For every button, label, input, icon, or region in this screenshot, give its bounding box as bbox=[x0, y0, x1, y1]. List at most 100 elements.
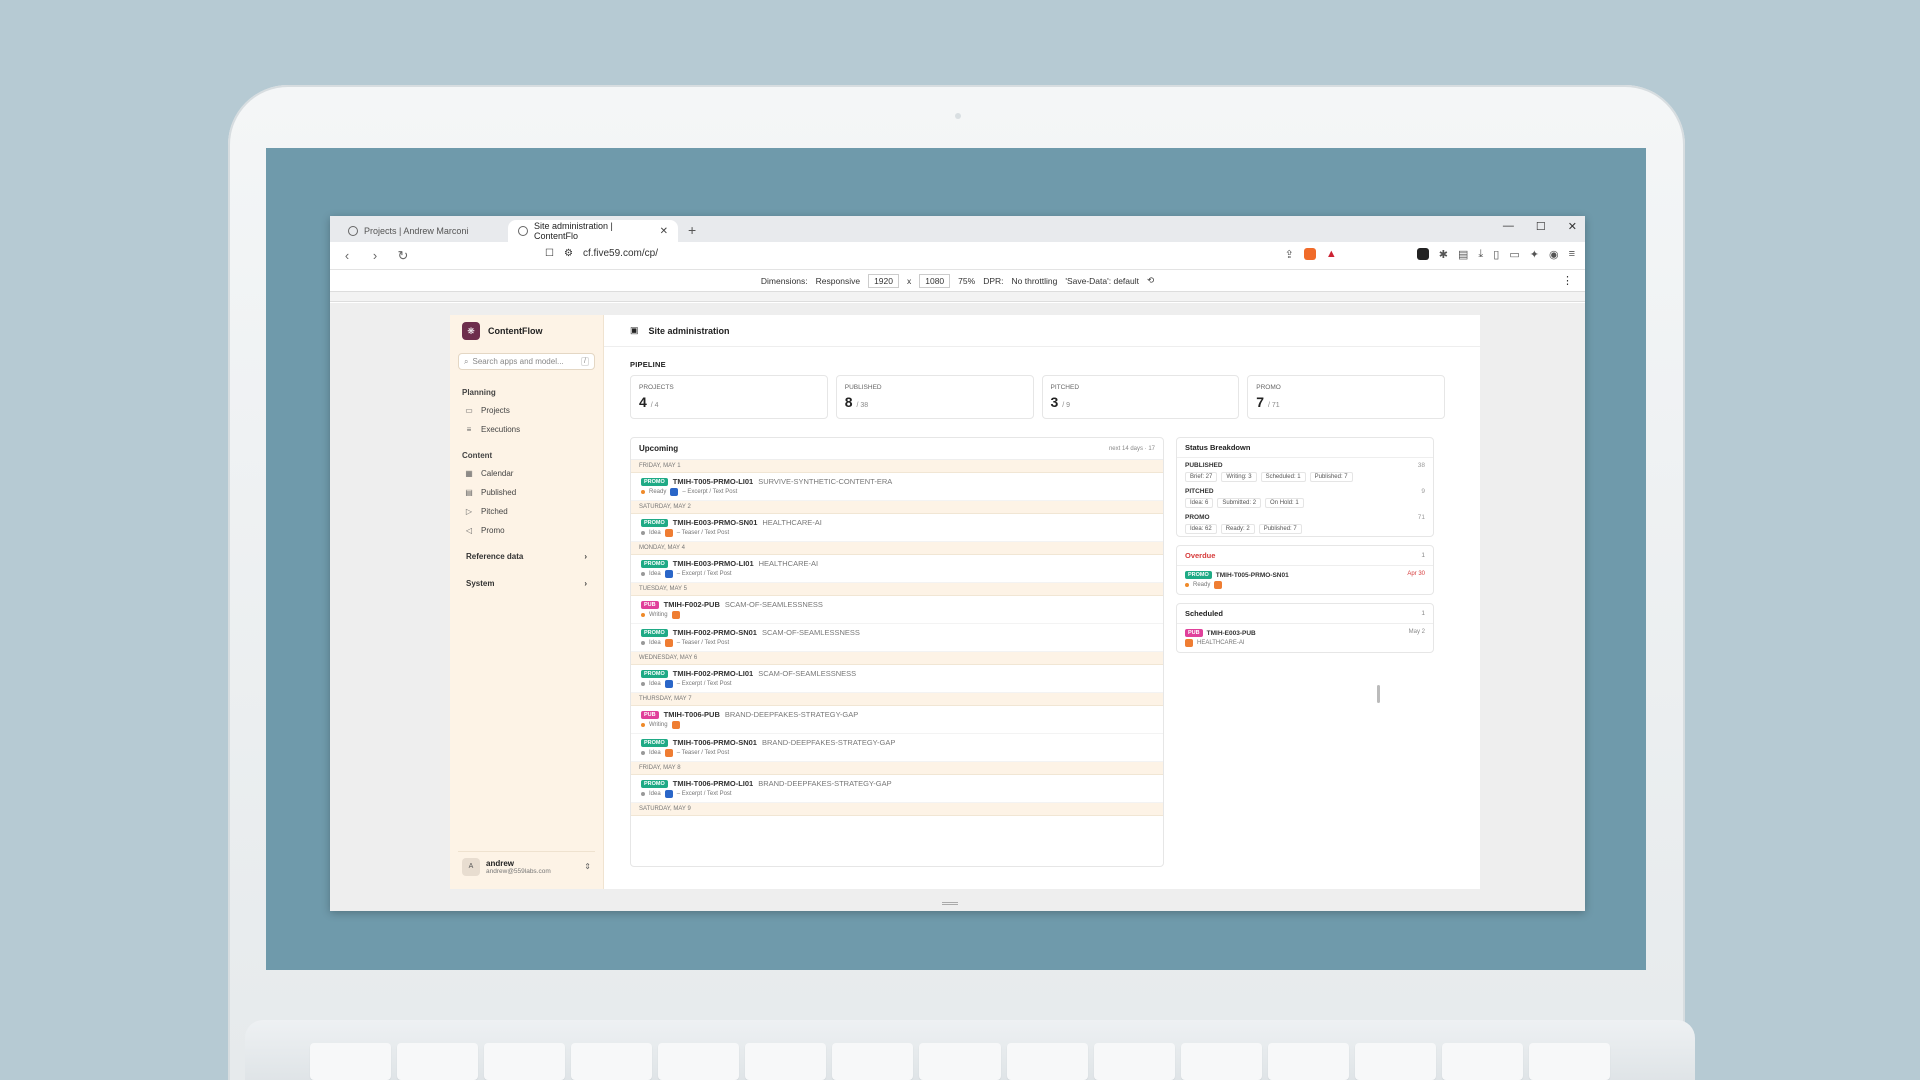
status-group-count: 71 bbox=[1417, 514, 1425, 521]
status-dot-icon bbox=[641, 613, 645, 617]
sidebar-item-projects[interactable]: ▭ Projects bbox=[450, 401, 603, 420]
status-dot-icon bbox=[641, 682, 645, 686]
minimize-button[interactable]: — bbox=[1503, 220, 1514, 233]
item-slug: HEALTHCARE-AI bbox=[1197, 640, 1245, 646]
item-code: TMIH-E003-PRMO-SN01 bbox=[672, 518, 758, 527]
item-detail: – Excerpt / Text Post bbox=[676, 791, 732, 797]
item-slug: SCAM-OF-SEAMLESSNESS bbox=[758, 669, 857, 678]
sidebar-item-calendar[interactable]: ▦ Calendar bbox=[450, 464, 603, 483]
page-title: Site administration bbox=[648, 325, 730, 336]
status-group-title-row: PUBLISHED 38 bbox=[1185, 462, 1425, 469]
sidebar-item-executions[interactable]: ≡ Executions bbox=[450, 420, 603, 439]
item-title-row: PROMO TMIH-F002-PRMO-LI01 SCAM-OF-SEAMLESS… bbox=[641, 669, 1153, 678]
list-item[interactable]: PUB TMIH-T006-PUB BRAND-DEEPFAKES-STRATEGY… bbox=[631, 706, 1163, 734]
overdue-item[interactable]: PROMO TMIH-T005-PRMO-SN01 Ready Apr 30 bbox=[1177, 566, 1433, 594]
sidebar-item-pitched[interactable]: ▷ Pitched bbox=[450, 502, 603, 521]
type-badge: PROMO bbox=[641, 669, 668, 678]
stat-value: 8 bbox=[844, 394, 853, 410]
device-toolbar: Dimensions: Responsive 1920 x 1080 75% D… bbox=[330, 270, 1585, 292]
search-icon: ⌕ bbox=[464, 356, 469, 366]
url-field[interactable]: ☐ ⚙ cf.five59.com/cp/ bbox=[545, 248, 658, 259]
list-item[interactable]: PROMO TMIH-E003-PRMO-LI01 HEALTHCARE-AI Ide… bbox=[631, 555, 1163, 583]
item-date: Apr 30 bbox=[1407, 571, 1425, 577]
user-menu[interactable]: A andrew andrew@559labs.com ⇕ bbox=[458, 851, 595, 881]
sidebar-icon[interactable]: ▯ bbox=[1493, 248, 1499, 261]
zoom-select[interactable]: 75% bbox=[958, 276, 975, 286]
sidebar-toggle-icon[interactable]: ▣ bbox=[630, 325, 639, 336]
shield-icon[interactable] bbox=[1303, 248, 1316, 260]
tab-site-administration[interactable]: Site administration | ContentFlo ✕ bbox=[508, 220, 678, 242]
sidebar: ❋ ContentFlow ⌕ Search apps and model...… bbox=[450, 315, 604, 889]
vpn-icon[interactable]: ◉ bbox=[1549, 248, 1559, 261]
save-data-select[interactable]: 'Save-Data': default bbox=[1065, 276, 1139, 286]
globe-icon bbox=[518, 226, 528, 236]
sidebar-item-published[interactable]: ▤ Published bbox=[450, 483, 603, 502]
list-item[interactable]: PROMO TMIH-T006-PRMO-SN01 BRAND-DEEPFAKES-… bbox=[631, 734, 1163, 762]
close-tab-icon[interactable]: ✕ bbox=[660, 226, 668, 237]
sidebar-group-reference-data[interactable]: Reference data › bbox=[458, 546, 595, 567]
status-dot-icon bbox=[641, 751, 645, 755]
reload-icon[interactable]: ↻ bbox=[396, 248, 410, 264]
document-icon: ▤ bbox=[465, 488, 473, 497]
sidebar-group-system[interactable]: System › bbox=[458, 573, 595, 594]
item-title-row: PUB TMIH-F002-PUB SCAM-OF-SEAMLESSNESS bbox=[641, 600, 1153, 609]
height-input[interactable]: 1080 bbox=[919, 273, 951, 288]
status-chip: Published: 7 bbox=[1258, 524, 1302, 534]
viewport-resize-handle[interactable] bbox=[942, 902, 958, 905]
list-item[interactable]: PUB TMIH-F002-PUB SCAM-OF-SEAMLESSNESS Writ… bbox=[631, 596, 1163, 624]
list-item[interactable]: PROMO TMIH-E003-PRMO-SN01 HEALTHCARE-AI Ide… bbox=[631, 514, 1163, 542]
platform-icon bbox=[664, 680, 673, 688]
back-icon[interactable]: ‹ bbox=[340, 248, 354, 263]
item-slug: HEALTHCARE-AI bbox=[762, 518, 822, 527]
calendar-icon: ▦ bbox=[465, 469, 473, 478]
menu-icon[interactable]: ≡ bbox=[1569, 248, 1575, 261]
ai-icon[interactable]: ✦ bbox=[1530, 248, 1539, 261]
stat-card-published[interactable]: PUBLISHED 8 / 38 bbox=[835, 375, 1034, 419]
browser-window: Projects | Andrew Marconi Site administr… bbox=[330, 216, 1585, 911]
sidebar-item-promo[interactable]: ◁ Promo bbox=[450, 521, 603, 540]
bookmark-icon[interactable]: ☐ bbox=[545, 248, 554, 259]
main-content: ▣ Site administration PIPELINE PROJECTS … bbox=[604, 315, 1480, 889]
rotate-icon[interactable]: ⟲ bbox=[1147, 275, 1154, 286]
sidebar-item-label: Projects bbox=[481, 406, 510, 415]
scheduled-item[interactable]: PUB TMIH-E003-PUB HEALTHCARE-AI May 2 bbox=[1177, 624, 1433, 652]
reader-icon[interactable]: ▤ bbox=[1458, 248, 1468, 261]
download-icon[interactable]: ⤓ bbox=[1478, 248, 1483, 261]
status-chips: Brief: 27 Writing: 3 Scheduled: 1 Published… bbox=[1185, 472, 1425, 482]
upcoming-header: Upcoming next 14 days · 17 bbox=[631, 438, 1163, 460]
maximize-button[interactable]: ☐ bbox=[1536, 220, 1546, 233]
extension-icon[interactable] bbox=[1416, 248, 1429, 260]
item-code: TMIH-F002-PRMO-LI01 bbox=[672, 669, 754, 678]
item-meta-row: Idea – Teaser / Text Post bbox=[641, 749, 1153, 757]
brand[interactable]: ❋ ContentFlow bbox=[450, 315, 603, 347]
scrollbar[interactable] bbox=[1377, 685, 1380, 703]
list-item[interactable]: PROMO TMIH-T005-PRMO-LI01 SURVIVE-SYNTHETI… bbox=[631, 473, 1163, 501]
stat-card-promo[interactable]: PROMO 7 / 71 bbox=[1247, 375, 1445, 419]
status-group: PITCHED 9 Idea: 6 Submitted: 2 On Hold: 1 bbox=[1177, 484, 1433, 510]
stat-card-projects[interactable]: PROJECTS 4 / 4 bbox=[630, 375, 828, 419]
device-mode-select[interactable]: Responsive bbox=[816, 276, 860, 286]
platform-icon bbox=[671, 611, 680, 619]
platform-icon bbox=[1185, 639, 1193, 647]
list-item[interactable]: PROMO TMIH-F002-PRMO-SN01 SCAM-OF-SEAMLESS… bbox=[631, 624, 1163, 652]
close-window-button[interactable]: ✕ bbox=[1568, 220, 1577, 233]
puzzle-icon[interactable]: ✱ bbox=[1439, 248, 1448, 261]
warning-icon[interactable]: ▲ bbox=[1326, 248, 1337, 261]
new-tab-button[interactable]: + bbox=[678, 222, 706, 242]
share-icon[interactable]: ⇪ bbox=[1285, 248, 1294, 261]
wallet-icon[interactable]: ▭ bbox=[1509, 248, 1519, 261]
item-status: Idea bbox=[649, 791, 661, 797]
forward-icon[interactable]: › bbox=[368, 248, 382, 263]
chevron-right-icon: › bbox=[584, 552, 587, 561]
stat-card-pitched[interactable]: PITCHED 3 / 9 bbox=[1041, 375, 1240, 419]
site-settings-icon[interactable]: ⚙ bbox=[564, 248, 573, 259]
throttling-select[interactable]: No throttling bbox=[1012, 276, 1058, 286]
status-breakdown-panel: Status Breakdown PUBLISHED 38 Brief: 27 Wri… bbox=[1176, 437, 1434, 537]
more-options-icon[interactable]: ⋮ bbox=[1562, 274, 1573, 287]
pipeline-stats: PROJECTS 4 / 4 PUBLISHED 8 / 38 PITCHED … bbox=[630, 375, 1445, 419]
search-input[interactable]: ⌕ Search apps and model... / bbox=[458, 353, 595, 370]
tab-projects[interactable]: Projects | Andrew Marconi bbox=[338, 220, 508, 242]
list-item[interactable]: PROMO TMIH-T006-PRMO-LI01 BRAND-DEEPFAKES-… bbox=[631, 775, 1163, 803]
list-item[interactable]: PROMO TMIH-F002-PRMO-LI01 SCAM-OF-SEAMLESS… bbox=[631, 665, 1163, 693]
width-input[interactable]: 1920 bbox=[868, 273, 899, 288]
